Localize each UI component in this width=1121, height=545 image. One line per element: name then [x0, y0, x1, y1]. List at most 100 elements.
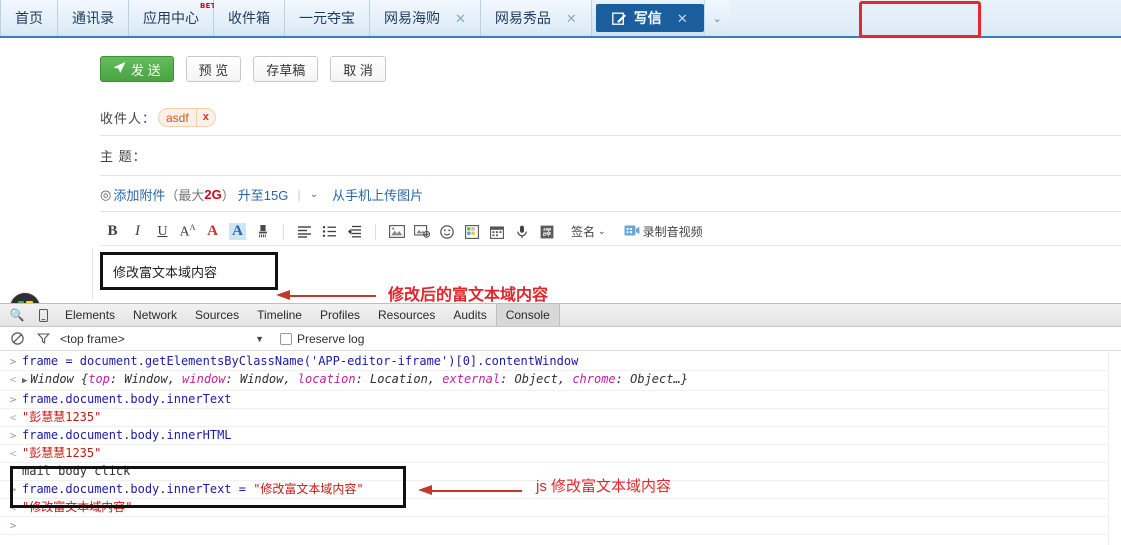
- browser-tab-6[interactable]: 网易秀品 ✕: [480, 0, 592, 36]
- clear-format-icon[interactable]: [250, 220, 275, 244]
- indent-icon[interactable]: [342, 220, 367, 244]
- browser-tab-2[interactable]: 应用中心 BETA: [129, 0, 221, 36]
- italic-icon[interactable]: I: [125, 220, 150, 244]
- preview-button[interactable]: 预 览: [185, 56, 242, 82]
- highlight-color-icon[interactable]: A: [225, 220, 250, 244]
- console-line-text-1: ▶ Window {top: Window, window: Window, lo…: [22, 371, 688, 390]
- console-line-1: < ▶ Window {top: Window, window: Window, l…: [0, 371, 1121, 391]
- editor-content-highlight-box[interactable]: 修改富文本域内容: [100, 252, 278, 290]
- align-icon[interactable]: [292, 220, 317, 244]
- underline-icon[interactable]: U: [150, 220, 175, 244]
- bold-icon-glyph: B: [107, 223, 118, 239]
- devtools-tab-resources[interactable]: Resources: [369, 304, 444, 326]
- emoji-icon[interactable]: [434, 220, 459, 244]
- console-line-0: > frame = document.getElementsByClassName…: [0, 353, 1121, 371]
- browser-tab-5[interactable]: 网易海购 ✕: [370, 0, 481, 36]
- paperclip-icon: ◎: [100, 186, 112, 202]
- paper-plane-icon: [113, 61, 126, 77]
- console-prompt-input[interactable]: [22, 518, 29, 532]
- bullet-list-icon[interactable]: [317, 220, 342, 244]
- cancel-button[interactable]: 取 消: [330, 56, 386, 82]
- devtools-tab-bar: 🔍 Elements Network Sources Timeline Profiles…: [0, 304, 1121, 327]
- voice-icon[interactable]: [509, 220, 534, 244]
- calendar-icon[interactable]: [484, 220, 509, 244]
- tab-overflow-chevron-down-icon[interactable]: ⌄: [703, 0, 730, 36]
- send-button[interactable]: 发 送: [100, 56, 174, 82]
- add-attachment-link[interactable]: 添加附件: [113, 185, 165, 204]
- execution-context-select[interactable]: <top frame> ▼: [60, 332, 270, 346]
- filter-funnel-icon[interactable]: [30, 328, 56, 350]
- browser-tab-7[interactable]: 写信 ✕: [595, 4, 704, 32]
- console-line-4: > frame.document.body.innerHTML: [0, 427, 1121, 445]
- record-av-button[interactable]: 录制音视频: [618, 223, 709, 240]
- browser-tab-label-7: 写信: [633, 10, 662, 26]
- preserve-log-checkbox-box: [280, 332, 292, 345]
- browser-tab-label-5: 网易海购: [384, 10, 440, 26]
- font-color-icon[interactable]: A: [200, 220, 225, 244]
- console-line-text-4: frame.document.body.innerHTML: [22, 427, 232, 444]
- console-line-gutter-4: >: [9, 429, 17, 442]
- console-token-2-0: frame.document.body.innerText: [22, 392, 232, 406]
- console-token-8-0: "修改富文本域内容": [22, 500, 133, 514]
- recipient-chip-remove-icon[interactable]: x: [195, 109, 215, 126]
- insert-card-icon[interactable]: [409, 220, 434, 244]
- browser-tab-label-2: 应用中心 BETA: [143, 2, 221, 26]
- signature-dropdown[interactable]: 签名 ⌄: [565, 223, 612, 240]
- console-line-text-9: [22, 517, 29, 534]
- preserve-log-checkbox[interactable]: Preserve log: [280, 332, 364, 346]
- console-token-5-0: "彭慧慧1235": [22, 446, 102, 460]
- devtools-tab-audits[interactable]: Audits: [444, 304, 495, 326]
- signature-chevron-down-icon: ⌄: [598, 226, 606, 236]
- devtools-tab-elements[interactable]: Elements: [56, 304, 124, 326]
- editor-body[interactable]: 修改富文本域内容: [92, 248, 1121, 300]
- save-draft-button[interactable]: 存草稿: [253, 56, 319, 82]
- browser-tab-close-icon-6[interactable]: ✕: [566, 12, 577, 25]
- separator-1: [283, 223, 284, 240]
- browser-tab-close-icon-7[interactable]: ✕: [677, 12, 688, 25]
- translate-icon[interactable]: 譯: [534, 220, 559, 244]
- preview-button-label: 预 览: [198, 62, 229, 78]
- devtools-tab-timeline[interactable]: Timeline: [248, 304, 311, 326]
- upgrade-storage-link[interactable]: 升至15G: [238, 185, 289, 204]
- tab-bar-spacer: [729, 0, 1121, 36]
- annotation-editor-content-text: 修改后的富文本域内容: [388, 287, 549, 304]
- recipient-label: 收件人：: [100, 111, 157, 126]
- device-toolbar-icon[interactable]: [30, 304, 56, 326]
- console-line-text-6: mail body click: [22, 463, 130, 480]
- browser-tab-0[interactable]: 首页: [0, 0, 58, 36]
- clear-console-icon[interactable]: [4, 328, 30, 350]
- console-line-text-7: frame.document.body.innerText = "修改富文本域内…: [22, 481, 364, 498]
- console-token-1-10: : Object…}: [615, 372, 688, 386]
- search-icon[interactable]: 🔍: [4, 304, 30, 326]
- italic-icon-glyph: I: [135, 223, 140, 239]
- console-token-1-5: location: [297, 372, 356, 386]
- attachment-separator: |: [297, 187, 301, 202]
- console-output[interactable]: > frame = document.getElementsByClassName…: [0, 351, 1121, 535]
- browser-tab-3[interactable]: 收件箱: [214, 0, 285, 36]
- insert-table-icon[interactable]: [459, 220, 484, 244]
- browser-tab-1[interactable]: 通讯录: [58, 0, 129, 36]
- browser-tab-close-icon-5[interactable]: ✕: [455, 12, 466, 25]
- attachment-chevron-down-icon[interactable]: ⌄: [310, 189, 318, 200]
- console-token-1-7: external: [442, 372, 501, 386]
- devtools-tab-sources[interactable]: Sources: [186, 304, 248, 326]
- underline-icon-glyph: U: [157, 223, 168, 239]
- send-button-label: 发 送: [131, 62, 161, 78]
- phone-upload-link[interactable]: 从手机上传图片: [332, 185, 423, 204]
- console-line-gutter-9: >: [9, 519, 17, 532]
- insert-image-icon[interactable]: [384, 220, 409, 244]
- console-line-gutter-0: >: [9, 355, 17, 368]
- highlight-color-icon-glyph: A: [229, 223, 246, 240]
- devtools-tab-profiles[interactable]: Profiles: [311, 304, 369, 326]
- browser-tab-4[interactable]: 一元夺宝: [285, 0, 370, 36]
- devtools-tab-console[interactable]: Console: [495, 304, 560, 326]
- bold-icon[interactable]: B: [100, 220, 125, 244]
- devtools-tab-network[interactable]: Network: [124, 304, 186, 326]
- browser-tab-label-4: 一元夺宝: [299, 10, 355, 26]
- console-scrollbar[interactable]: [1108, 352, 1121, 545]
- font-size-icon[interactable]: AA: [175, 220, 200, 244]
- console-token-1-8: : Object,: [500, 372, 573, 386]
- execution-context-value: <top frame>: [60, 331, 125, 346]
- disclosure-triangle-icon[interactable]: ▶: [22, 376, 27, 386]
- recipient-chip-asdf[interactable]: asdf x: [158, 108, 216, 127]
